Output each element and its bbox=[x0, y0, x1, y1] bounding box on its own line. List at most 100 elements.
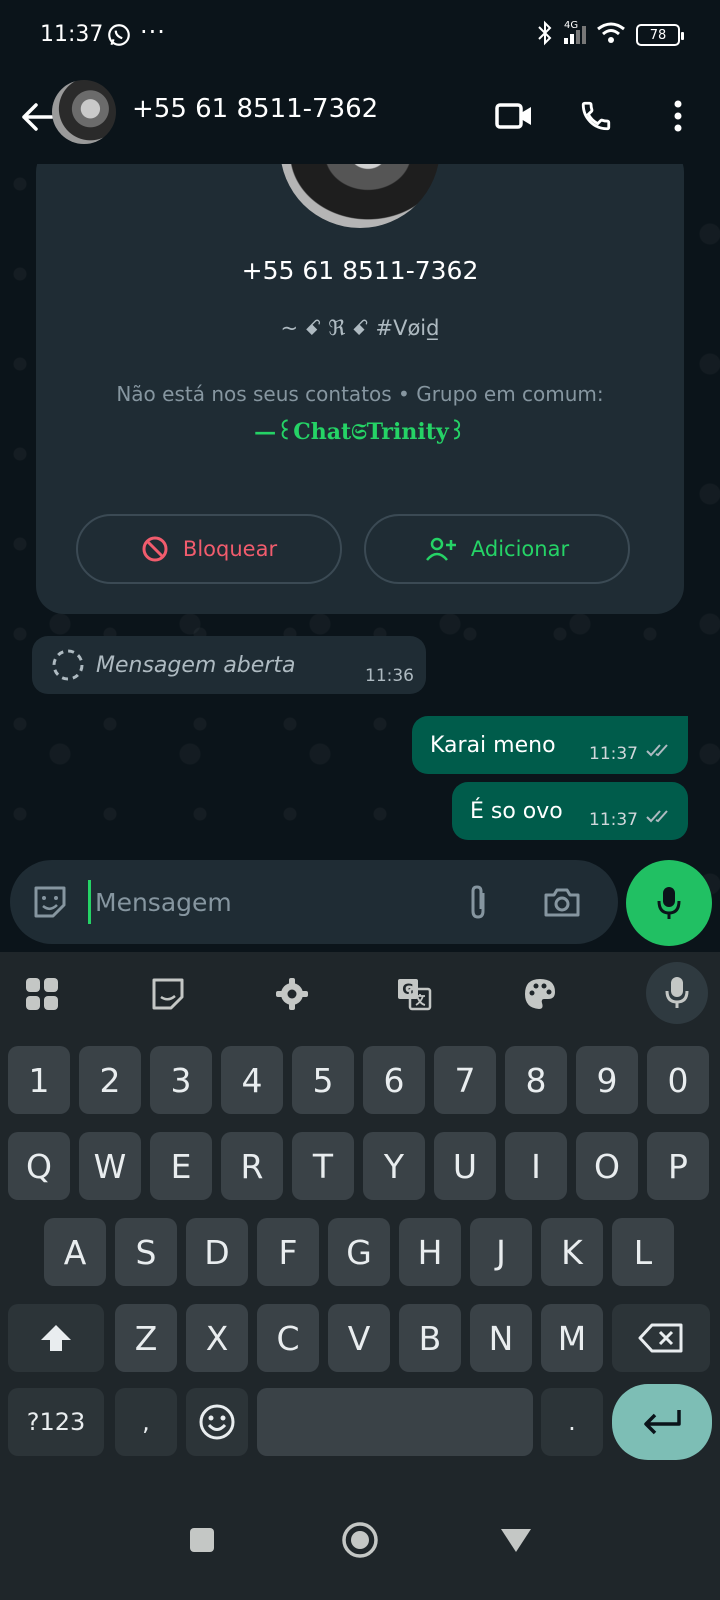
contact-title[interactable]: +55 61 8511-7362 bbox=[132, 94, 378, 124]
key-k[interactable]: K bbox=[541, 1218, 603, 1286]
message-incoming[interactable]: Mensagem aberta 11:36 bbox=[32, 636, 426, 694]
key-f[interactable]: F bbox=[257, 1218, 319, 1286]
sticker-icon bbox=[34, 886, 66, 918]
keyboard-sticker-button[interactable] bbox=[142, 968, 194, 1020]
keyboard-voice-button[interactable] bbox=[646, 962, 708, 1024]
back-nav-button[interactable] bbox=[488, 1512, 544, 1568]
keyboard-toolbar: G bbox=[0, 952, 720, 1034]
translate-button[interactable]: G bbox=[388, 968, 440, 1020]
key-o[interactable]: O bbox=[576, 1132, 638, 1200]
recents-button[interactable] bbox=[174, 1512, 230, 1568]
camera-button[interactable] bbox=[540, 880, 584, 924]
enter-key[interactable] bbox=[612, 1384, 712, 1460]
key-4[interactable]: 4 bbox=[221, 1046, 283, 1114]
keyboard: G 1 2 3 4 5 6 7 8 9 0 Q W E R T Y U I O … bbox=[0, 952, 720, 1482]
key-d[interactable]: D bbox=[186, 1218, 248, 1286]
double-check-icon bbox=[646, 739, 674, 764]
block-icon bbox=[142, 536, 168, 562]
key-e[interactable]: E bbox=[150, 1132, 212, 1200]
triangle-back-icon bbox=[501, 1529, 531, 1552]
symbols-key[interactable]: ?123 bbox=[8, 1388, 104, 1456]
battery-indicator: 78 bbox=[636, 24, 684, 46]
key-b[interactable]: B bbox=[399, 1304, 461, 1372]
card-not-in-contacts-note: Não está nos seus contatos • Grupo em co… bbox=[116, 382, 604, 406]
message-outgoing[interactable]: É so ovo 11:37 bbox=[452, 782, 688, 840]
add-contact-label: Adicionar bbox=[470, 537, 570, 561]
key-n[interactable]: N bbox=[470, 1304, 532, 1372]
square-icon bbox=[190, 1528, 214, 1552]
backspace-icon bbox=[638, 1323, 683, 1353]
chat-area[interactable]: +55 61 8511-7362 ~ ꗃ ℜ ꗃ #Vøid̲ Não está… bbox=[0, 164, 720, 952]
emoji-icon bbox=[199, 1404, 235, 1440]
contact-info-card: +55 61 8511-7362 ~ ꗃ ℜ ꗃ #Vøid̲ Não está… bbox=[36, 164, 684, 614]
microphone-icon bbox=[657, 887, 681, 919]
key-5[interactable]: 5 bbox=[292, 1046, 354, 1114]
key-c[interactable]: C bbox=[257, 1304, 319, 1372]
menu-button[interactable] bbox=[656, 94, 700, 138]
key-g[interactable]: G bbox=[328, 1218, 390, 1286]
card-common-group[interactable]: —꒰Chat𝔖Trinity꒱ bbox=[36, 416, 684, 445]
camera-icon bbox=[544, 888, 580, 917]
key-7[interactable]: 7 bbox=[434, 1046, 496, 1114]
key-2[interactable]: 2 bbox=[79, 1046, 141, 1114]
signal-icon: 4G bbox=[564, 20, 586, 44]
backspace-key[interactable] bbox=[612, 1304, 710, 1372]
contact-profile-photo[interactable] bbox=[280, 164, 440, 228]
keyboard-settings-button[interactable] bbox=[266, 968, 318, 1020]
key-z[interactable]: Z bbox=[115, 1304, 177, 1372]
key-i[interactable]: I bbox=[505, 1132, 567, 1200]
space-key[interactable] bbox=[257, 1388, 533, 1456]
key-0[interactable]: 0 bbox=[647, 1046, 709, 1114]
contact-avatar[interactable] bbox=[52, 80, 116, 144]
emoji-key[interactable] bbox=[186, 1388, 248, 1456]
message-text: É so ovo bbox=[470, 798, 563, 824]
key-w[interactable]: W bbox=[79, 1132, 141, 1200]
more-notifications-icon: ··· bbox=[140, 18, 166, 46]
key-t[interactable]: T bbox=[292, 1132, 354, 1200]
chat-header: +55 61 8511-7362 bbox=[0, 72, 720, 164]
card-about: ~ ꗃ ℜ ꗃ #Vøid̲ bbox=[280, 316, 440, 340]
microphone-icon bbox=[665, 977, 689, 1008]
arrow-left-icon bbox=[22, 103, 54, 131]
key-u[interactable]: U bbox=[434, 1132, 496, 1200]
message-outgoing[interactable]: Karai meno 11:37 bbox=[412, 716, 688, 774]
key-8[interactable]: 8 bbox=[505, 1046, 567, 1114]
key-9[interactable]: 9 bbox=[576, 1046, 638, 1114]
video-call-button[interactable] bbox=[492, 94, 536, 138]
attach-button[interactable] bbox=[456, 880, 500, 924]
key-m[interactable]: M bbox=[541, 1304, 603, 1372]
key-s[interactable]: S bbox=[115, 1218, 177, 1286]
block-button[interactable]: Bloquear bbox=[76, 514, 342, 584]
key-a[interactable]: A bbox=[44, 1218, 106, 1286]
key-l[interactable]: L bbox=[612, 1218, 674, 1286]
key-r[interactable]: R bbox=[221, 1132, 283, 1200]
key-1[interactable]: 1 bbox=[8, 1046, 70, 1114]
key-3[interactable]: 3 bbox=[150, 1046, 212, 1114]
key-v[interactable]: V bbox=[328, 1304, 390, 1372]
message-input[interactable] bbox=[88, 880, 448, 924]
add-contact-button[interactable]: Adicionar bbox=[364, 514, 630, 584]
key-x[interactable]: X bbox=[186, 1304, 248, 1372]
key-h[interactable]: H bbox=[399, 1218, 461, 1286]
voice-call-button[interactable] bbox=[574, 94, 618, 138]
key-y[interactable]: Y bbox=[363, 1132, 425, 1200]
view-once-icon bbox=[52, 649, 84, 681]
status-time: 11:37 bbox=[40, 22, 104, 47]
key-q[interactable]: Q bbox=[8, 1132, 70, 1200]
comma-key[interactable]: , bbox=[115, 1388, 177, 1456]
voice-message-button[interactable] bbox=[626, 860, 712, 946]
more-vertical-icon bbox=[674, 100, 682, 132]
key-6[interactable]: 6 bbox=[363, 1046, 425, 1114]
home-button[interactable] bbox=[332, 1512, 388, 1568]
key-j[interactable]: J bbox=[470, 1218, 532, 1286]
add-person-icon bbox=[425, 537, 456, 561]
status-indicators: 4G 78 bbox=[536, 20, 684, 50]
theme-button[interactable] bbox=[514, 968, 566, 1020]
apps-grid-button[interactable] bbox=[16, 968, 68, 1020]
message-composer bbox=[10, 860, 618, 944]
key-p[interactable]: P bbox=[647, 1132, 709, 1200]
sticker-button[interactable] bbox=[28, 880, 72, 924]
video-camera-icon bbox=[495, 103, 531, 129]
period-key[interactable]: . bbox=[541, 1388, 603, 1456]
shift-key[interactable] bbox=[8, 1304, 104, 1372]
